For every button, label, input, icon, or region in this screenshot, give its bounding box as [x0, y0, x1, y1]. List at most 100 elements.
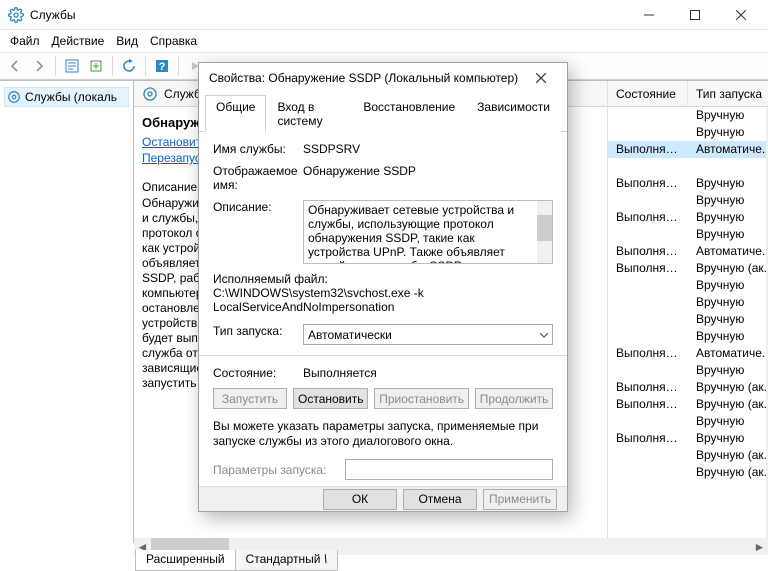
tb-refresh-button[interactable] — [118, 55, 140, 77]
state-cell[interactable] — [608, 447, 688, 464]
launch-type-cell[interactable]: Вручную (ак... — [688, 447, 768, 464]
toolbar-separator — [112, 56, 113, 76]
launch-type-cell[interactable]: Автоматиче... — [688, 243, 768, 260]
menu-action[interactable]: Действие — [52, 34, 105, 48]
dialog-footer: ОК Отмена Применить — [199, 486, 567, 511]
toolbar-separator — [55, 56, 56, 76]
state-cell[interactable] — [608, 107, 688, 124]
app-icon — [8, 7, 24, 23]
description-text: Обнаруживает сетевые устройства и службы… — [308, 203, 514, 264]
launch-type-cell[interactable]: Вручную — [688, 328, 768, 345]
desc-scroll-thumb[interactable] — [537, 215, 552, 241]
value-executable: C:\WINDOWS\system32\svchost.exe -k Local… — [213, 286, 553, 324]
state-cell[interactable] — [608, 226, 688, 243]
tb-export-button[interactable] — [85, 55, 107, 77]
ok-button[interactable]: ОК — [323, 489, 397, 510]
tree-item-services[interactable]: Службы (локаль — [4, 87, 129, 107]
state-cell[interactable] — [608, 328, 688, 345]
launch-type-cell[interactable]: Вручную (ак... — [688, 464, 768, 481]
state-cell[interactable] — [608, 311, 688, 328]
startup-type-combobox[interactable]: Автоматически — [303, 324, 553, 345]
launch-type-cell[interactable]: Автоматиче... — [688, 141, 768, 158]
state-cell[interactable]: Выполняется — [608, 396, 688, 413]
apply-button: Применить — [483, 489, 557, 510]
column-header-state[interactable]: Состояние — [608, 81, 688, 107]
forward-button[interactable] — [28, 55, 50, 77]
launch-type-cell[interactable]: Вручную — [688, 413, 768, 430]
tb-properties-button[interactable] — [61, 55, 83, 77]
state-cell[interactable]: Выполняется — [608, 175, 688, 192]
launch-type-cell[interactable]: Вручную — [688, 294, 768, 311]
label-service-name: Имя службы: — [213, 142, 303, 156]
minimize-button[interactable] — [626, 0, 672, 30]
dialog-titlebar[interactable]: Свойства: Обнаружение SSDP (Локальный ко… — [199, 63, 567, 93]
tab-standard[interactable]: Стандартный / — [235, 550, 339, 571]
tab-extended[interactable]: Расширенный — [135, 550, 236, 571]
scroll-right-icon[interactable]: ► — [751, 538, 768, 555]
state-cell[interactable]: Выполняется — [608, 430, 688, 447]
startup-type-value: Автоматически — [308, 328, 392, 342]
state-cell[interactable] — [608, 192, 688, 209]
stop-button[interactable]: Остановить — [293, 388, 368, 409]
startup-params-help: Вы можете указать параметры запуска, при… — [213, 419, 553, 449]
state-cell[interactable] — [608, 362, 688, 379]
launch-type-cell[interactable]: Вручную (ак... — [688, 396, 768, 413]
state-cell[interactable] — [608, 277, 688, 294]
toolbar-separator — [178, 56, 179, 76]
launch-type-cell[interactable]: Вручную — [688, 175, 768, 192]
description-textbox[interactable]: Обнаруживает сетевые устройства и службы… — [303, 200, 553, 264]
toolbar-separator — [145, 56, 146, 76]
list-columns: Состояние ВыполняетсяВыполняетсяВыполняе… — [607, 81, 768, 543]
menu-view[interactable]: Вид — [116, 34, 138, 48]
window-titlebar: Службы — [0, 0, 768, 30]
launch-type-cell[interactable]: Автоматиче... — [688, 345, 768, 362]
back-button[interactable] — [4, 55, 26, 77]
state-cell[interactable]: Выполняется — [608, 243, 688, 260]
launch-type-cell[interactable]: Вручную (ак... — [688, 379, 768, 396]
launch-type-cell[interactable]: Вручную — [688, 192, 768, 209]
tb-help-button[interactable]: ? — [151, 55, 173, 77]
state-cell[interactable]: Выполняется — [608, 209, 688, 226]
separator — [199, 355, 567, 356]
menu-help[interactable]: Справка — [150, 34, 197, 48]
launch-type-cell[interactable]: Вручную — [688, 209, 768, 226]
label-executable: Исполняемый файл: — [213, 272, 553, 286]
tree-pane: Службы (локаль — [0, 81, 134, 543]
state-cell[interactable]: Выполняется — [608, 141, 688, 158]
state-cell[interactable] — [608, 158, 688, 175]
label-start-params: Параметры запуска: — [213, 463, 341, 477]
svg-text:?: ? — [159, 61, 166, 73]
launch-type-cell[interactable]: Вручную — [688, 107, 768, 124]
launch-type-cell[interactable]: Вручную — [688, 226, 768, 243]
launch-type-cell[interactable]: Вручную — [688, 311, 768, 328]
column-header-launchtype[interactable]: Тип запуска — [688, 81, 768, 107]
tab-general[interactable]: Общие — [205, 95, 266, 132]
launch-type-cell[interactable]: Вручную — [688, 277, 768, 294]
state-cell[interactable]: Выполняется — [608, 345, 688, 362]
tab-logon[interactable]: Вход в систему — [266, 95, 352, 132]
state-cell[interactable]: Выполняется — [608, 379, 688, 396]
launch-type-cell[interactable]: Вручную (ак... — [688, 260, 768, 277]
launch-type-cell[interactable]: Вручную — [688, 362, 768, 379]
menu-file[interactable]: Файл — [10, 34, 40, 48]
launch-type-cell[interactable]: Вручную — [688, 124, 768, 141]
properties-dialog: Свойства: Обнаружение SSDP (Локальный ко… — [198, 62, 568, 512]
state-cell[interactable]: Выполняется — [608, 260, 688, 277]
state-cell[interactable] — [608, 124, 688, 141]
tab-dependencies[interactable]: Зависимости — [466, 95, 561, 132]
tab-recovery[interactable]: Восстановление — [352, 95, 466, 132]
label-state: Состояние: — [213, 366, 303, 380]
dialog-close-button[interactable] — [521, 63, 561, 93]
close-button[interactable] — [718, 0, 764, 30]
view-tabs: Расширенный Стандартный / — [135, 546, 337, 571]
launch-type-cell[interactable] — [688, 158, 768, 175]
chevron-down-icon — [540, 331, 548, 339]
launch-type-cell[interactable]: Вручную — [688, 430, 768, 447]
pause-button: Приостановить — [374, 388, 468, 409]
state-cell[interactable] — [608, 294, 688, 311]
state-cell[interactable] — [608, 413, 688, 430]
maximize-button[interactable] — [672, 0, 718, 30]
state-cell[interactable] — [608, 464, 688, 481]
label-startup-type: Тип запуска: — [213, 324, 303, 338]
cancel-button[interactable]: Отмена — [403, 489, 477, 510]
